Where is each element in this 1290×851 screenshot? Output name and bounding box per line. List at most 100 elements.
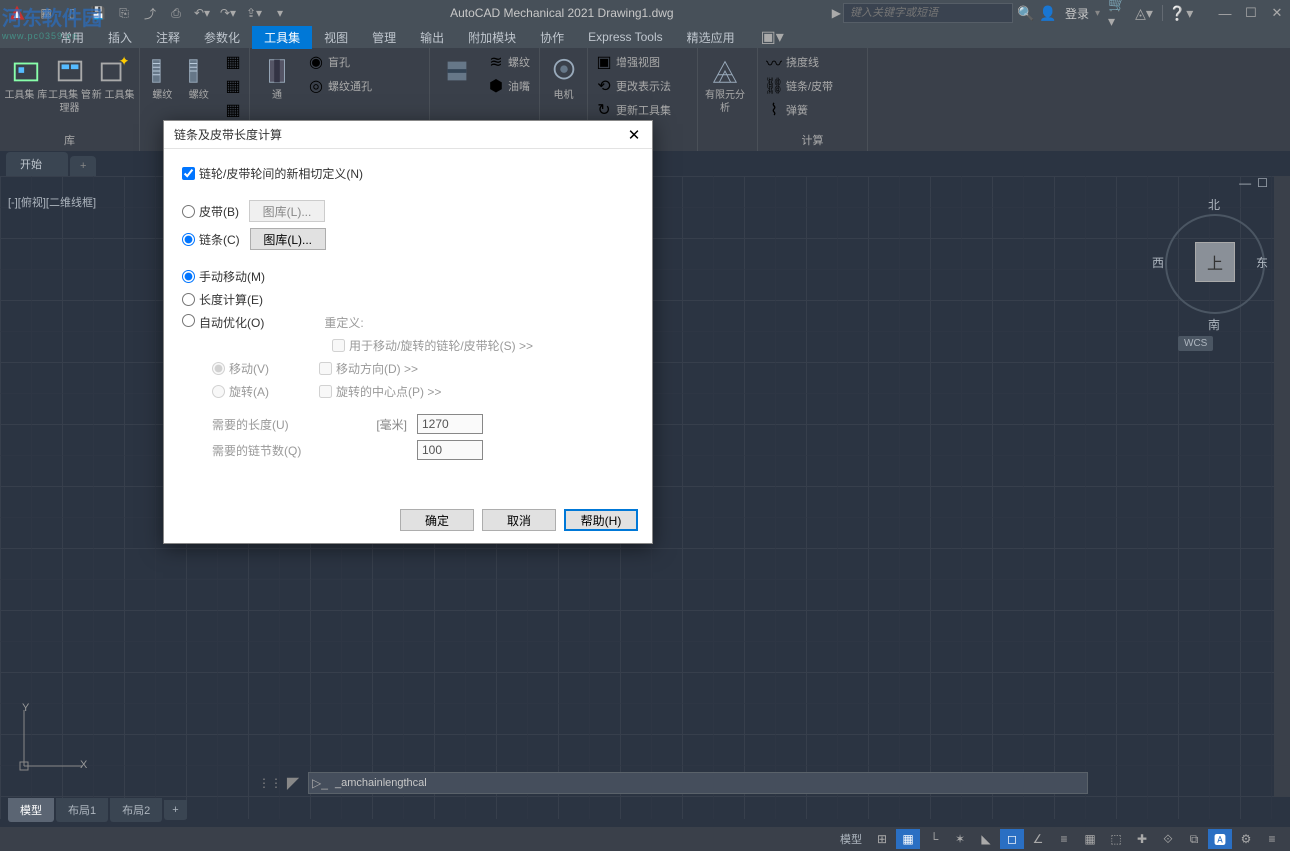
menu-express[interactable]: Express Tools — [576, 27, 674, 47]
radio-belt[interactable] — [182, 205, 195, 218]
doc-tab-start[interactable]: 开始 — [6, 152, 68, 176]
status-polar-icon[interactable]: ✶ — [948, 829, 972, 849]
ribbon-blind-hole[interactable]: ◉盲孔 — [304, 51, 376, 73]
dialog-close-icon[interactable]: ✕ — [622, 125, 646, 145]
ribbon-toolset-new[interactable]: ✦ 新 工具集 — [91, 51, 135, 102]
ribbon-item-sm2[interactable]: ▦ — [221, 75, 245, 97]
help-icon[interactable]: ❔▾ — [1170, 2, 1192, 24]
status-osnap-icon[interactable]: ◻ — [1000, 829, 1024, 849]
ribbon-item-sm1[interactable]: ▦ — [221, 51, 245, 73]
ribbon-enhance-view[interactable]: ▣增强视图 — [592, 51, 675, 73]
vp-maximize-icon[interactable]: ☐ — [1257, 176, 1268, 190]
ribbon-item-sm3[interactable]: ▦ — [221, 99, 245, 121]
viewcube-west[interactable]: 西 — [1152, 254, 1164, 271]
menu-output[interactable]: 输出 — [408, 26, 456, 49]
status-qv-icon[interactable]: ⧉ — [1182, 829, 1206, 849]
menu-insert[interactable]: 插入 — [96, 26, 144, 49]
app-logo-icon[interactable] — [5, 1, 29, 25]
status-lw-icon[interactable]: ≡ — [1052, 829, 1076, 849]
login-button[interactable]: 登录 — [1059, 5, 1095, 22]
qat-new-icon[interactable]: ▦ — [34, 2, 58, 24]
login-dropdown-icon[interactable]: ▾ — [1095, 8, 1100, 19]
radio-chain[interactable] — [182, 233, 195, 246]
search-icon[interactable]: 🔍 — [1015, 2, 1037, 24]
status-sel-icon[interactable]: ⬚ — [1104, 829, 1128, 849]
radio-auto[interactable] — [182, 314, 195, 327]
menu-collab[interactable]: 协作 — [528, 26, 576, 49]
chk-tangent[interactable] — [182, 167, 195, 180]
layout-tab-model[interactable]: 模型 — [8, 798, 54, 822]
scrollbar-vertical[interactable] — [1274, 176, 1290, 797]
maximize-icon[interactable]: ☐ — [1238, 3, 1264, 23]
ribbon-change-rep[interactable]: ⟲更改表示法 — [592, 75, 675, 97]
close-icon[interactable]: ✕ — [1264, 3, 1290, 23]
ribbon-thread-thru[interactable]: ◎螺纹通孔 — [304, 75, 376, 97]
btn-help[interactable]: 帮助(H) — [564, 509, 638, 531]
command-input[interactable]: ▷_ _amchainlengthcal — [308, 772, 1088, 794]
ribbon-toolset-mgr[interactable]: 工具集 管理器 — [48, 51, 92, 115]
ribbon-thread1[interactable]: 螺纹 — [144, 51, 181, 102]
qat-more-icon[interactable]: ▾ — [268, 2, 292, 24]
status-units-icon[interactable]: ⟐ — [1156, 829, 1180, 849]
cmd-history-icon[interactable]: ◤ — [284, 772, 302, 794]
menu-overflow-icon[interactable]: ▣▾ — [755, 25, 790, 49]
ribbon-thread2[interactable]: 螺纹 — [181, 51, 218, 102]
cart-icon[interactable]: 🛒▾ — [1108, 2, 1130, 24]
ribbon-update-toolset[interactable]: ↻更新工具集 — [592, 99, 675, 121]
status-trans-icon[interactable]: ▦ — [1078, 829, 1102, 849]
user-icon[interactable]: 👤 — [1037, 2, 1059, 24]
qat-share-icon[interactable]: ⇪▾ — [242, 2, 266, 24]
status-grid-icon[interactable]: ⊞ — [870, 829, 894, 849]
doc-tab-add[interactable]: + — [70, 156, 96, 176]
status-iso-icon[interactable]: ◣ — [974, 829, 998, 849]
qat-saveas-icon[interactable]: ⎘ — [112, 2, 136, 24]
menu-parametric[interactable]: 参数化 — [192, 26, 252, 49]
menu-addins[interactable]: 附加模块 — [456, 26, 528, 49]
status-otrack-icon[interactable]: ∠ — [1026, 829, 1050, 849]
qat-save-icon[interactable]: 💾 — [86, 2, 110, 24]
cmd-grip-icon[interactable]: ⋮⋮ — [262, 772, 278, 794]
ribbon-thread3[interactable]: ≋螺纹 — [484, 51, 534, 73]
search-arrow-icon[interactable]: ▶ — [832, 6, 841, 20]
menu-annotate[interactable]: 注释 — [144, 26, 192, 49]
status-snap-icon[interactable]: ▦ — [896, 829, 920, 849]
menu-toolset[interactable]: 工具集 — [252, 26, 312, 49]
viewcube-south[interactable]: 南 — [1208, 316, 1220, 333]
ribbon-motor[interactable]: 电机 — [544, 51, 583, 102]
qat-undo-icon[interactable]: ↶▾ — [190, 2, 214, 24]
ribbon-grease[interactable]: ⬢油嘴 — [484, 75, 534, 97]
viewcube-east[interactable]: 东 — [1256, 254, 1268, 271]
status-model[interactable]: 模型 — [834, 831, 868, 847]
ribbon-deflection[interactable]: 〰挠度线 — [762, 51, 837, 73]
status-qp-icon[interactable]: ✚ — [1130, 829, 1154, 849]
btn-cancel[interactable]: 取消 — [482, 509, 556, 531]
btn-ok[interactable]: 确定 — [400, 509, 474, 531]
btn-library-chain[interactable]: 图库(L)... — [250, 228, 326, 250]
status-ws-icon[interactable]: ⚙ — [1234, 829, 1258, 849]
radio-manual[interactable] — [182, 270, 195, 283]
qat-plot-icon[interactable]: ⎙ — [164, 2, 188, 24]
ribbon-spring[interactable]: ⌇弹簧 — [762, 99, 837, 121]
ribbon-chain-belt[interactable]: ⛓链条/皮带 — [762, 75, 837, 97]
menu-featured[interactable]: 精选应用 — [675, 26, 747, 49]
vp-minimize-icon[interactable]: — — [1239, 176, 1251, 190]
qat-redo-icon[interactable]: ↷▾ — [216, 2, 240, 24]
viewcube-face-top[interactable]: 上 — [1195, 242, 1235, 282]
wcs-badge[interactable]: WCS — [1178, 336, 1213, 351]
radio-length[interactable] — [182, 293, 195, 306]
status-ortho-icon[interactable]: └ — [922, 829, 946, 849]
status-ann-icon[interactable]: 🅰 — [1208, 829, 1232, 849]
viewport-label[interactable]: [-][俯视][二维线框] — [8, 194, 96, 210]
qat-open-icon[interactable]: ▯ — [60, 2, 84, 24]
menu-view[interactable]: 视图 — [312, 26, 360, 49]
layout-tab-1[interactable]: 布局1 — [56, 798, 108, 822]
autodesk-icon[interactable]: ◬▾ — [1133, 2, 1155, 24]
layout-tab-add[interactable]: + — [164, 800, 186, 820]
viewcube[interactable]: 上 北 南 西 东 WCS — [1160, 196, 1270, 336]
ribbon-big-icon[interactable] — [434, 51, 480, 102]
search-input[interactable] — [843, 3, 1013, 23]
layout-tab-2[interactable]: 布局2 — [110, 798, 162, 822]
viewcube-north[interactable]: 北 — [1208, 196, 1220, 213]
menu-home[interactable]: 常用 — [48, 26, 96, 49]
ribbon-toolset-lib[interactable]: 工具集 库 — [4, 51, 48, 102]
